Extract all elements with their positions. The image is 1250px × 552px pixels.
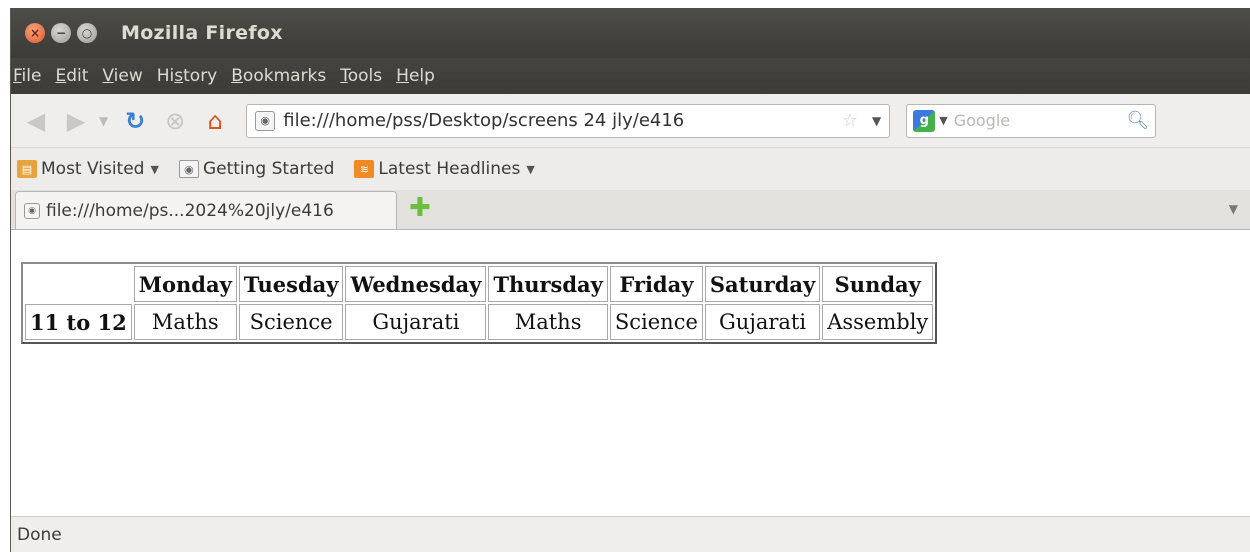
- navigation-toolbar: ◀ ▶ ▼ ↻ ⊗ ⌂ ◉ file:///home/pss/Desktop/s…: [11, 94, 1250, 148]
- subject-cell: Science: [238, 304, 344, 340]
- address-bar[interactable]: ◉ file:///home/pss/Desktop/screens 24 jl…: [246, 103, 891, 138]
- menu-view[interactable]: View: [102, 66, 142, 86]
- tab-label: file:///home/ps...2024%20jly/e416: [46, 200, 334, 221]
- bookmark-getting-started[interactable]: ◉ Getting Started: [178, 159, 334, 179]
- menu-history[interactable]: History: [157, 66, 218, 86]
- bookmark-most-visited[interactable]: ▤ Most Visited ▼: [17, 159, 159, 179]
- subject-cell: Gujarati: [704, 304, 821, 340]
- subject-cell: Assembly: [822, 304, 934, 340]
- day-header: Wednesday: [345, 266, 487, 302]
- status-text: Done: [17, 524, 62, 545]
- menu-bar: File Edit View History Bookmarks Tools H…: [11, 58, 1250, 94]
- window-title: Mozilla Firefox: [121, 22, 283, 44]
- timetable: Monday Tuesday Wednesday Thursday Friday…: [21, 262, 938, 344]
- close-window-icon[interactable]: ×: [25, 23, 45, 43]
- tab-page-icon: ◉: [24, 202, 40, 219]
- history-dropdown-icon[interactable]: ▼: [99, 114, 108, 128]
- menu-help[interactable]: Help: [396, 66, 435, 86]
- status-bar: Done: [11, 516, 1250, 552]
- minimize-window-icon[interactable]: −: [51, 23, 71, 43]
- subject-cell: Gujarati: [345, 304, 487, 340]
- day-header: Monday: [133, 266, 237, 302]
- search-icon[interactable]: 🔍︎: [1126, 110, 1149, 131]
- title-bar: × − ○ Mozilla Firefox: [11, 8, 1250, 58]
- folder-icon: ▤: [17, 160, 37, 178]
- table-row: 11 to 12 Maths Science Gujarati Maths Sc…: [25, 304, 934, 340]
- time-slot-header: 11 to 12: [25, 304, 132, 340]
- new-tab-plus-icon[interactable]: ✚: [409, 193, 431, 223]
- table-header-row: Monday Tuesday Wednesday Thursday Friday…: [25, 266, 934, 302]
- subject-cell: Science: [609, 304, 703, 340]
- day-header: Saturday: [704, 266, 821, 302]
- browser-window: × − ○ Mozilla Firefox File Edit View His…: [10, 8, 1250, 552]
- page-icon: ◉: [178, 160, 199, 178]
- site-identity-icon[interactable]: ◉: [255, 110, 276, 131]
- search-input[interactable]: Google: [954, 111, 1127, 130]
- bookmarks-toolbar: ▤ Most Visited ▼ ◉ Getting Started ≋ Lat…: [11, 148, 1250, 190]
- subject-cell: Maths: [133, 304, 237, 340]
- rss-feed-icon: ≋: [354, 160, 375, 178]
- chevron-down-icon: ▼: [526, 162, 535, 176]
- engine-dropdown-icon[interactable]: ▼: [939, 114, 947, 127]
- url-text[interactable]: file:///home/pss/Desktop/screens 24 jly/…: [283, 110, 836, 131]
- search-engine-icon[interactable]: g: [913, 109, 936, 132]
- tab-strip: ◉ file:///home/ps...2024%20jly/e416 ✚ ▼: [11, 190, 1250, 230]
- subject-cell: Maths: [488, 304, 608, 340]
- day-header: Sunday: [822, 266, 934, 302]
- bookmark-latest-headlines[interactable]: ≋ Latest Headlines ▼: [354, 159, 535, 179]
- reload-icon[interactable]: ↻: [118, 104, 152, 138]
- menu-file[interactable]: File: [13, 66, 41, 86]
- corner-cell: [25, 266, 132, 302]
- menu-tools[interactable]: Tools: [340, 66, 382, 86]
- list-all-tabs-icon[interactable]: ▼: [1229, 202, 1238, 216]
- stop-icon[interactable]: ⊗: [158, 104, 192, 138]
- day-header: Friday: [609, 266, 703, 302]
- menu-bookmarks[interactable]: Bookmarks: [231, 66, 326, 86]
- day-header: Thursday: [488, 266, 608, 302]
- page-content: Monday Tuesday Wednesday Thursday Friday…: [11, 230, 1250, 516]
- url-dropdown-icon[interactable]: ▼: [872, 114, 881, 128]
- menu-edit[interactable]: Edit: [55, 66, 88, 86]
- maximize-window-icon[interactable]: ○: [77, 23, 97, 43]
- back-arrow-icon[interactable]: ◀: [19, 104, 53, 138]
- bookmark-star-icon[interactable]: ☆: [842, 110, 858, 131]
- search-bar[interactable]: g ▼ Google 🔍︎: [906, 103, 1157, 138]
- home-icon[interactable]: ⌂: [198, 104, 232, 138]
- day-header: Tuesday: [238, 266, 344, 302]
- forward-arrow-icon[interactable]: ▶: [59, 104, 93, 138]
- tab-active[interactable]: ◉ file:///home/ps...2024%20jly/e416: [15, 191, 397, 229]
- chevron-down-icon: ▼: [150, 162, 159, 176]
